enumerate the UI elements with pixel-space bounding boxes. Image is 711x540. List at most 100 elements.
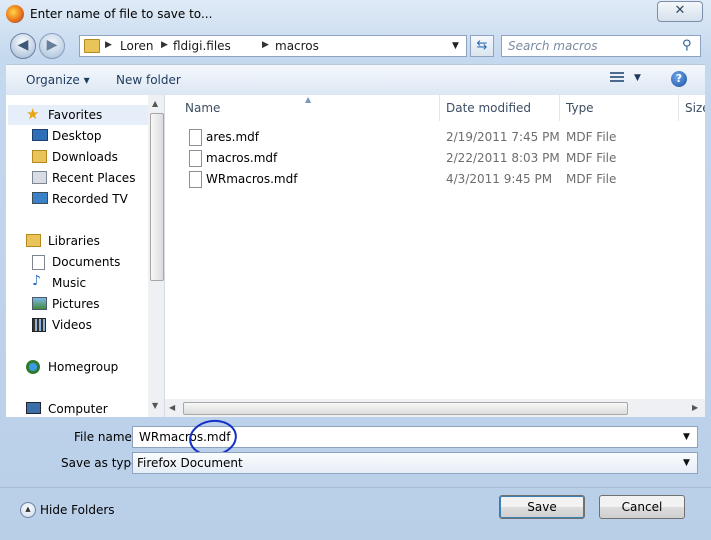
scrollbar-thumb[interactable] <box>183 402 628 415</box>
horizontal-scrollbar[interactable]: ◀ ▶ <box>165 399 705 417</box>
hide-folders-button[interactable]: Hide Folders <box>40 503 115 517</box>
sidebar-scrollbar[interactable]: ▲ ▼ <box>148 95 164 417</box>
address-bar[interactable]: ▶ Loren ▶ fldigi.files ▶ macros ▼ <box>79 35 467 57</box>
sidebar-item-label: Libraries <box>48 234 100 248</box>
sidebar-item-label: Documents <box>52 255 121 269</box>
sidebar-item-computer[interactable]: Computer <box>6 399 148 417</box>
help-icon[interactable]: ? <box>671 71 687 87</box>
file-date: 2/22/2011 8:03 PM <box>446 151 560 165</box>
search-input[interactable]: Search macros ⚲ <box>501 35 701 57</box>
chevron-up-icon[interactable]: ▲ <box>20 502 36 518</box>
forward-button[interactable]: ▶ <box>39 33 65 59</box>
file-name-label: File name: <box>74 430 136 444</box>
pictures-icon <box>32 297 47 310</box>
views-icon[interactable] <box>610 72 624 84</box>
chevron-down-icon[interactable]: ▼ <box>683 458 690 468</box>
sidebar-item-recent-places[interactable]: Recent Places <box>6 168 148 189</box>
breadcrumb-separator-icon[interactable]: ▶ <box>262 40 269 50</box>
file-type: MDF File <box>566 151 617 165</box>
chevron-down-icon[interactable]: ▼ <box>452 41 459 51</box>
file-type: MDF File <box>566 172 617 186</box>
search-placeholder: Search macros <box>508 39 598 53</box>
save-button[interactable]: Save <box>499 495 585 519</box>
sidebar-item-label: Music <box>52 276 87 290</box>
sidebar-item-pictures[interactable]: Pictures <box>6 294 148 315</box>
column-header-size[interactable]: Size <box>685 101 705 115</box>
chevron-down-icon[interactable]: ▼ <box>683 432 690 442</box>
save-as-type-value: Firefox Document <box>137 456 243 470</box>
computer-icon <box>26 402 41 414</box>
new-folder-button[interactable]: New folder <box>116 73 181 87</box>
scrollbar-thumb[interactable] <box>150 113 164 281</box>
sidebar-item-videos[interactable]: Videos <box>6 315 148 336</box>
cancel-button[interactable]: Cancel <box>599 495 685 519</box>
sidebar-item-label: Pictures <box>52 297 100 311</box>
music-icon: ♪ <box>32 273 41 289</box>
sidebar-item-label: Recorded TV <box>52 192 128 206</box>
breadcrumb-separator-icon[interactable]: ▶ <box>161 40 168 50</box>
refresh-button[interactable]: ⇆ <box>470 35 494 57</box>
recent-places-icon <box>32 171 47 184</box>
sidebar-item-downloads[interactable]: Downloads <box>6 147 148 168</box>
recorded-tv-icon <box>32 192 48 204</box>
column-divider[interactable] <box>439 95 440 121</box>
close-button[interactable]: ✕ <box>657 1 703 22</box>
breadcrumb-separator-icon[interactable]: ▶ <box>105 40 112 50</box>
sidebar-item-documents[interactable]: Documents <box>6 252 148 273</box>
desktop-icon <box>32 129 48 141</box>
table-row[interactable]: WRmacros.mdf 4/3/2011 9:45 PM MDF File <box>165 169 705 190</box>
save-as-type-select[interactable]: Firefox Document ▼ <box>132 452 698 474</box>
folder-icon <box>84 39 100 53</box>
table-row[interactable]: macros.mdf 2/22/2011 8:03 PM MDF File <box>165 148 705 169</box>
file-icon <box>189 171 202 188</box>
sidebar-item-label: Homegroup <box>48 360 119 374</box>
sidebar-item-label: Videos <box>52 318 92 332</box>
scroll-up-icon[interactable]: ▲ <box>152 99 158 108</box>
scroll-left-icon[interactable]: ◀ <box>169 403 175 412</box>
star-icon: ★ <box>26 105 40 123</box>
sidebar-item-favorites[interactable]: ★ Favorites <box>6 105 148 126</box>
file-type: MDF File <box>566 130 617 144</box>
file-icon <box>189 129 202 146</box>
file-date: 4/3/2011 9:45 PM <box>446 172 553 186</box>
sidebar-item-libraries[interactable]: Libraries <box>6 231 148 252</box>
command-bar: Organize ▾ New folder ▼ ? <box>6 64 705 96</box>
documents-icon <box>32 255 45 270</box>
save-as-type-label: Save as type: <box>61 456 143 470</box>
homegroup-icon <box>26 360 40 374</box>
sort-ascending-icon: ▲ <box>305 95 312 104</box>
file-date: 2/19/2011 7:45 PM <box>446 130 560 144</box>
breadcrumb-loren[interactable]: Loren <box>120 39 153 53</box>
column-header-date[interactable]: Date modified <box>446 101 531 115</box>
title-bar: Enter name of file to save to... ✕ <box>0 0 711 28</box>
firefox-icon <box>6 5 24 23</box>
search-icon[interactable]: ⚲ <box>682 38 692 53</box>
videos-icon <box>32 318 46 332</box>
organize-button[interactable]: Organize ▾ <box>26 73 90 87</box>
column-divider[interactable] <box>678 95 679 121</box>
back-button[interactable]: ◀ <box>10 33 36 59</box>
file-name: macros.mdf <box>206 151 278 165</box>
sidebar-item-label: Downloads <box>52 150 118 164</box>
sidebar-item-recorded-tv[interactable]: Recorded TV <box>6 189 148 210</box>
column-divider[interactable] <box>559 95 560 121</box>
scroll-right-icon[interactable]: ▶ <box>692 403 698 412</box>
sidebar-item-label: Desktop <box>52 129 102 143</box>
sidebar-item-homegroup[interactable]: Homegroup <box>6 357 148 378</box>
scroll-down-icon[interactable]: ▼ <box>152 401 158 410</box>
window-title: Enter name of file to save to... <box>30 7 213 21</box>
column-header-name[interactable]: Name <box>185 101 220 115</box>
sidebar-item-label: Recent Places <box>52 171 136 185</box>
breadcrumb-macros[interactable]: macros <box>275 39 319 53</box>
sidebar-item-label: Computer <box>48 402 108 416</box>
table-row[interactable]: ares.mdf 2/19/2011 7:45 PM MDF File <box>165 127 705 148</box>
sidebar-item-music[interactable]: ♪ Music <box>6 273 148 294</box>
file-name: WRmacros.mdf <box>206 172 298 186</box>
breadcrumb-fldigi-files[interactable]: fldigi.files <box>173 39 231 53</box>
footer-divider <box>0 487 711 488</box>
chevron-down-icon[interactable]: ▼ <box>634 73 641 83</box>
sidebar-item-desktop[interactable]: Desktop <box>6 126 148 147</box>
file-list[interactable]: ▲ Name Date modified Type Size ares.mdf … <box>165 95 705 417</box>
column-header-type[interactable]: Type <box>566 101 594 115</box>
navigation-pane[interactable]: ★ Favorites Desktop Downloads Recent Pla… <box>6 95 165 417</box>
